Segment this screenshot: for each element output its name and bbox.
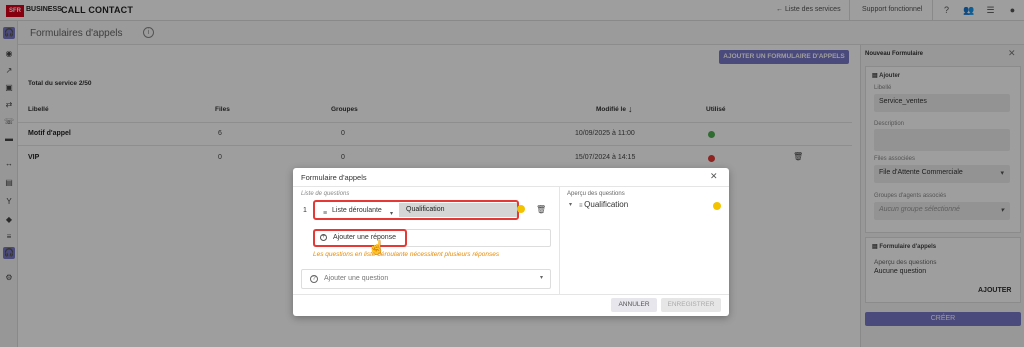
cancel-button[interactable]: ANNULER — [611, 298, 657, 312]
add-question-label: Ajouter une question — [324, 275, 389, 282]
warning-text: Les questions en liste déroulante nécess… — [313, 251, 500, 258]
divider — [293, 294, 729, 295]
questions-list-label: Liste de questions — [301, 191, 350, 197]
plus-circle-icon: + — [320, 234, 327, 241]
question-text-input[interactable]: Qualification — [399, 203, 517, 217]
chevron-down-icon[interactable]: ▾ — [569, 201, 572, 208]
divider — [293, 186, 729, 187]
save-button[interactable]: ENREGISTRER — [661, 298, 721, 312]
question-number: 1 — [303, 207, 307, 214]
question-icon: ? — [310, 275, 318, 283]
close-icon[interactable]: ✕ — [710, 171, 718, 182]
modal-title: Formulaire d'appels — [301, 173, 367, 182]
chevron-down-icon: ▾ — [390, 211, 394, 217]
add-question-dropdown[interactable]: ? Ajouter une question ▾ — [301, 269, 551, 289]
add-answer-button[interactable]: Ajouter une réponse — [313, 229, 407, 247]
warning-icon — [517, 205, 525, 213]
preview-label: Aperçu des questions — [567, 191, 625, 197]
chevron-down-icon: ▾ — [540, 275, 544, 281]
warning-icon — [713, 202, 721, 210]
list-icon: ≡ — [323, 210, 328, 217]
question-row: ≡ Liste déroulante ▾ Qualification — [313, 200, 519, 220]
preview-item: ≡ Qualification — [579, 200, 629, 209]
trash-icon[interactable]: 🗑 — [536, 205, 546, 214]
divider — [559, 187, 560, 294]
question-type-select[interactable]: ≡ Liste déroulante ▾ — [318, 205, 398, 217]
call-form-modal: Formulaire d'appels ✕ Liste de questions… — [293, 168, 729, 316]
